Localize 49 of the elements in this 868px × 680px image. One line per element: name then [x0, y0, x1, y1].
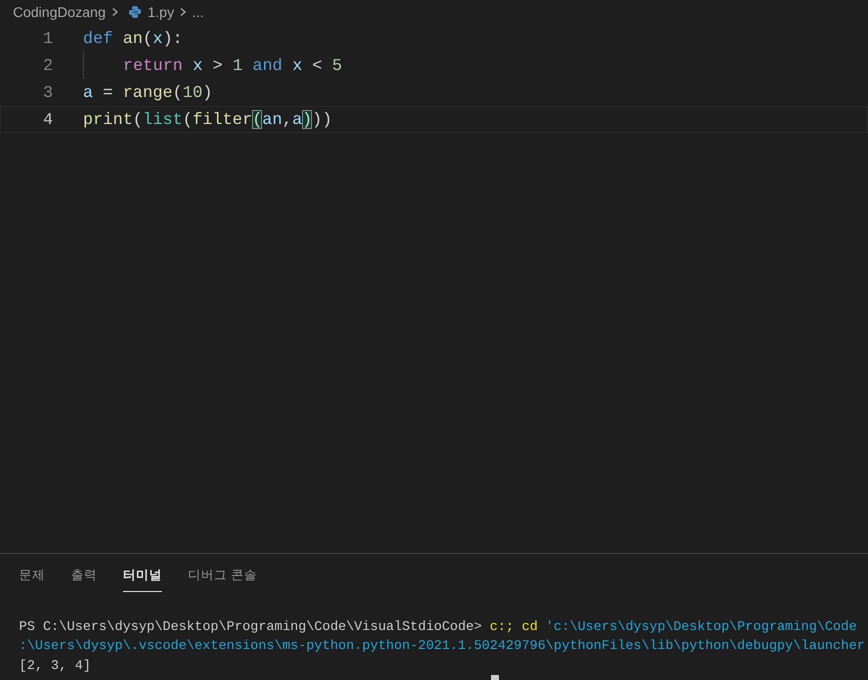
- code-token: (: [142, 29, 153, 48]
- code-token: ): [202, 83, 212, 102]
- code-token: ,: [282, 110, 292, 129]
- bracket-match: ): [302, 110, 312, 129]
- line-number: 3: [42, 83, 54, 102]
- code-token: 10: [182, 83, 203, 102]
- code-token: (: [182, 110, 193, 129]
- terminal-text: [2, 3, 4]: [19, 658, 91, 672]
- code-token: and: [252, 56, 284, 75]
- code-token: 5: [332, 56, 342, 75]
- panel-tab[interactable]: 터미널: [123, 566, 162, 592]
- terminal-text: 'c:\Users\dysyp\Desktop\Programing\Code: [546, 618, 857, 634]
- code-token: range: [122, 83, 173, 102]
- terminal-cursor: [491, 675, 499, 680]
- code-token: an: [262, 110, 282, 129]
- code-token: filter: [192, 110, 252, 129]
- code-token: return: [123, 56, 184, 75]
- python-icon: [128, 5, 142, 19]
- bracket-match: (: [252, 110, 262, 129]
- code-token: list: [142, 110, 183, 129]
- code-token: )): [312, 110, 332, 129]
- panel-tab[interactable]: 출력: [71, 566, 97, 592]
- line-number: 4: [42, 110, 54, 129]
- breadcrumb-item[interactable]: 1.py: [148, 4, 174, 20]
- panel-tab[interactable]: 문제: [19, 566, 45, 592]
- line-number: 2: [42, 56, 54, 75]
- line-number: 1: [42, 29, 54, 48]
- code-token: def: [83, 29, 114, 48]
- terminal-text: c:; cd: [490, 618, 539, 634]
- code-token: an: [122, 29, 143, 48]
- code-token: (: [172, 83, 183, 102]
- code-token: (: [132, 110, 143, 129]
- panel-tab[interactable]: 디버그 콘솔: [188, 566, 257, 592]
- code-token: a: [83, 83, 93, 102]
- breadcrumb-more[interactable]: ...: [192, 4, 204, 20]
- terminal-text: :\Users\dysyp\.vscode\extensions\ms-python.python-2021.1.502429796\pythonFiles\lib\python\debugpy\launcher: [19, 638, 865, 653]
- code-token: x: [152, 29, 163, 48]
- code-token: print: [83, 110, 133, 129]
- code-token: >: [212, 56, 224, 75]
- code-token: <: [311, 56, 324, 75]
- code-token: =: [102, 83, 114, 102]
- code-token: x: [292, 56, 302, 75]
- code-token: a: [292, 110, 302, 129]
- terminal-text: PS C:\Users\dysyp\Desktop\Programing\Code\VisualStdioCode>: [19, 618, 483, 634]
- chevron-icon: [178, 7, 188, 17]
- breadcrumb-item[interactable]: CodingDozang: [13, 4, 106, 20]
- code-token: x: [192, 56, 203, 75]
- code-token: 1: [232, 56, 244, 75]
- code-token: ):: [162, 29, 183, 48]
